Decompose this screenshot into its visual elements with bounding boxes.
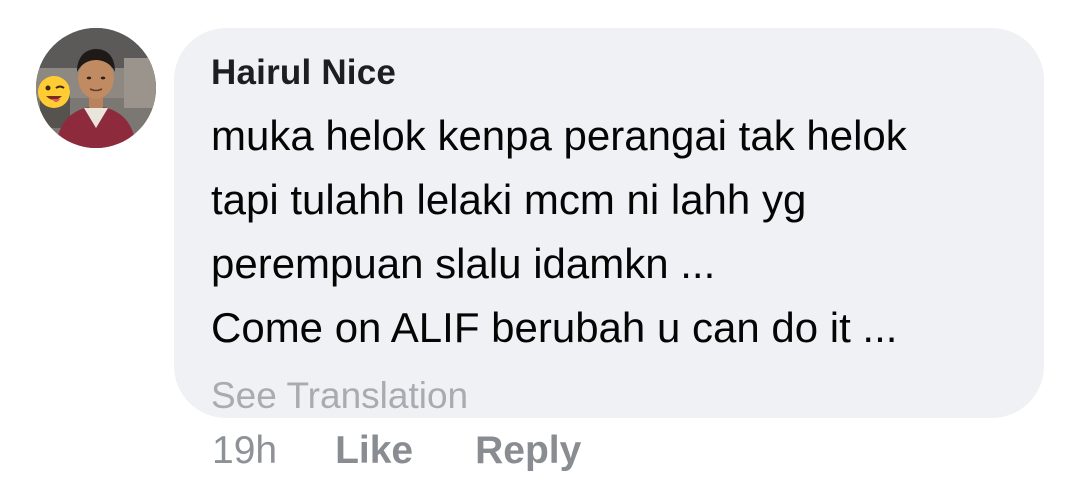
comment-author-name[interactable]: Hairul Nice bbox=[211, 52, 1014, 94]
comment-body-line: perempuan slalu idamkn ... bbox=[211, 240, 716, 287]
comment-body-line: muka helok kenpa perangai tak helok bbox=[211, 112, 907, 159]
comment-actions: 19h Like Reply bbox=[212, 426, 581, 476]
winking-face-icon bbox=[38, 76, 70, 108]
comment-body-line: tapi tulahh lelaki mcm ni lahh yg bbox=[211, 176, 807, 223]
comment-body-line: Come on ALIF berubah u can do it ... bbox=[211, 304, 898, 351]
like-button[interactable]: Like bbox=[335, 426, 413, 476]
avatar[interactable] bbox=[36, 28, 156, 148]
comment-body: muka helok kenpa perangai tak helok tapi… bbox=[211, 104, 1014, 360]
see-translation-link[interactable]: See Translation bbox=[211, 374, 1014, 418]
comment-timestamp[interactable]: 19h bbox=[212, 426, 277, 476]
reply-button[interactable]: Reply bbox=[475, 426, 581, 476]
comment-bubble: Hairul Nice muka helok kenpa perangai ta… bbox=[174, 28, 1044, 418]
